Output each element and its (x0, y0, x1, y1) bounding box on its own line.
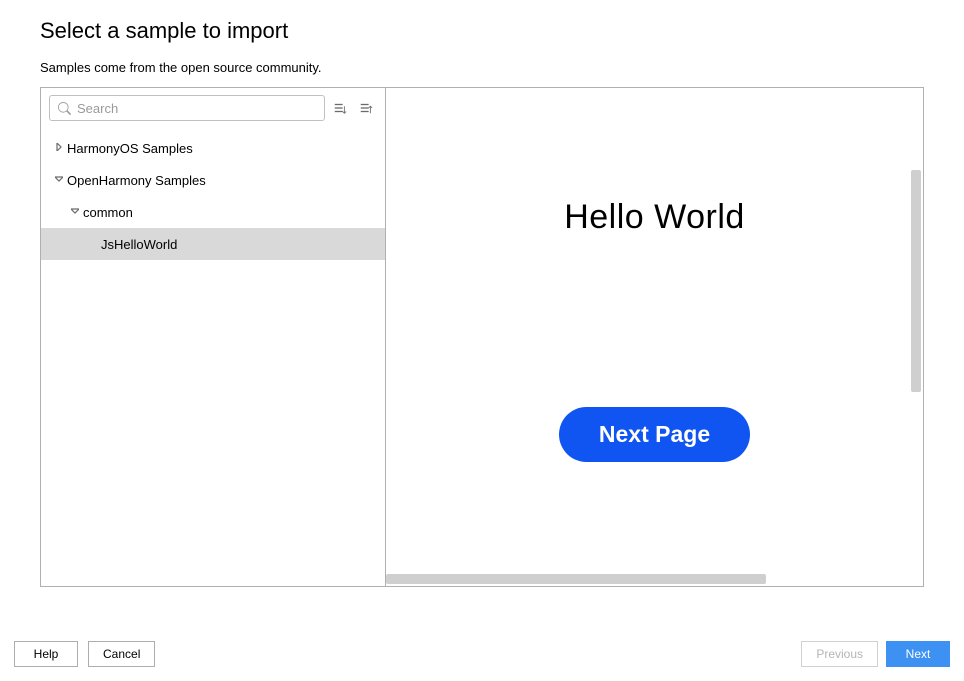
preview-next-page-button: Next Page (559, 407, 750, 462)
search-row (41, 88, 385, 128)
preview-surface: Hello World Next Page (386, 88, 923, 586)
vertical-scrollbar[interactable] (909, 170, 923, 566)
previous-button: Previous (801, 641, 878, 667)
horizontal-scrollbar-thumb[interactable] (386, 574, 766, 584)
search-box[interactable] (49, 95, 325, 121)
collapse-all-icon (359, 101, 373, 115)
tree-item-common[interactable]: common (41, 196, 385, 228)
preview-title: Hello World (564, 198, 745, 237)
tree-item-openharmony[interactable]: OpenHarmony Samples (41, 164, 385, 196)
tree-item-jshelloworld[interactable]: JsHelloWorld (41, 228, 385, 260)
expand-all-icon (333, 101, 347, 115)
dialog-footer: Help Cancel Previous Next (14, 641, 950, 667)
tree-item-harmonyos[interactable]: HarmonyOS Samples (41, 132, 385, 164)
tree-item-label: common (83, 205, 133, 220)
search-input[interactable] (77, 101, 316, 116)
expand-all-button[interactable] (329, 97, 351, 119)
chevron-down-icon (67, 207, 83, 218)
sample-tree: HarmonyOS Samples OpenHarmony Samples co… (41, 128, 385, 586)
horizontal-scrollbar[interactable] (386, 572, 893, 586)
tree-item-label: JsHelloWorld (101, 237, 177, 252)
chevron-down-icon (51, 175, 67, 186)
page-subtitle: Samples come from the open source commun… (40, 60, 924, 75)
help-button[interactable]: Help (14, 641, 78, 667)
preview-panel: Hello World Next Page (386, 88, 923, 586)
search-icon (58, 102, 71, 115)
left-panel: HarmonyOS Samples OpenHarmony Samples co… (41, 88, 386, 586)
page-title: Select a sample to import (40, 18, 924, 44)
tree-item-label: OpenHarmony Samples (67, 173, 206, 188)
split-panel: HarmonyOS Samples OpenHarmony Samples co… (40, 87, 924, 587)
next-button[interactable]: Next (886, 641, 950, 667)
collapse-all-button[interactable] (355, 97, 377, 119)
tree-item-label: HarmonyOS Samples (67, 141, 193, 156)
chevron-right-icon (51, 143, 67, 154)
cancel-button[interactable]: Cancel (88, 641, 155, 667)
vertical-scrollbar-thumb[interactable] (911, 170, 921, 392)
